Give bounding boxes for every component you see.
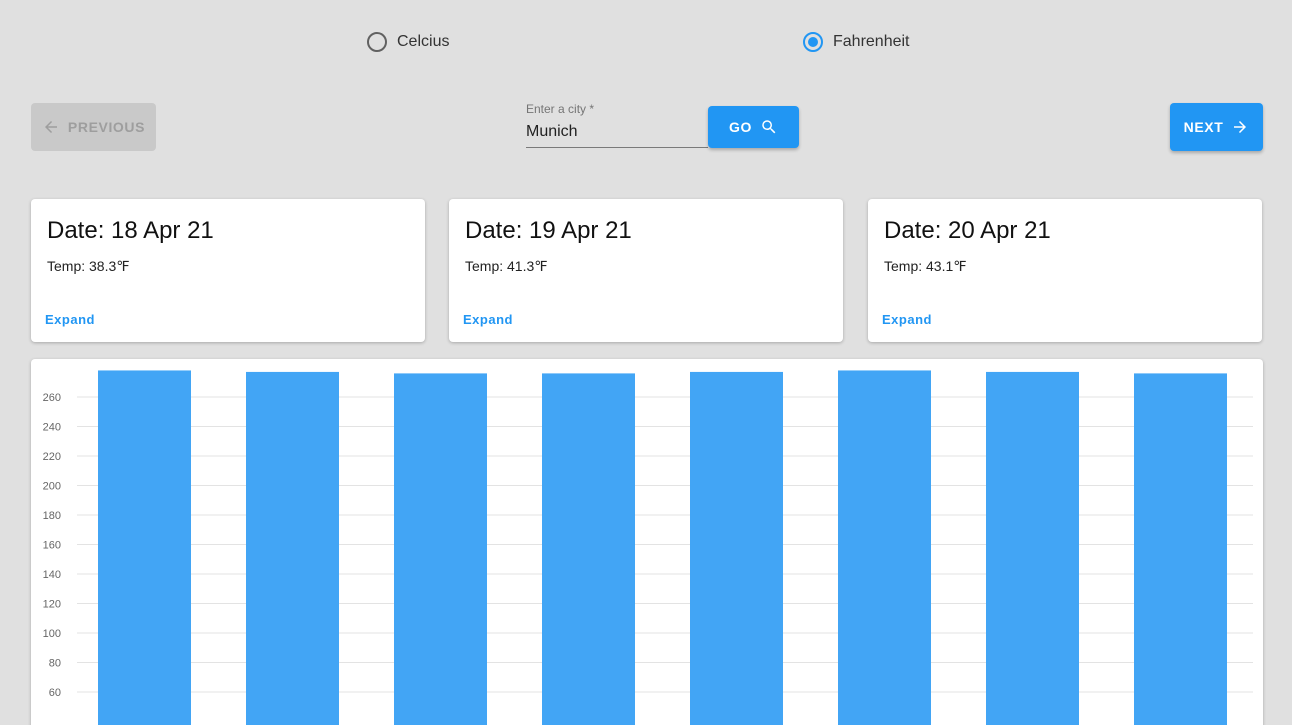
chart-bar bbox=[98, 370, 191, 725]
y-tick-label: 100 bbox=[43, 628, 61, 640]
expand-button[interactable]: Expand bbox=[463, 312, 513, 327]
arrow-left-icon bbox=[44, 121, 57, 133]
chart-bar bbox=[986, 371, 1079, 725]
next-label: Next bbox=[1183, 119, 1224, 135]
chart-svg: 60 80 100 120 140 160 180 200 220 240 260 bbox=[43, 370, 1253, 725]
expand-button[interactable]: Expand bbox=[882, 312, 932, 327]
y-tick-label: 60 bbox=[49, 687, 61, 699]
search-icon bbox=[762, 120, 776, 134]
y-tick-label: 220 bbox=[43, 451, 61, 463]
temperature-chart: 60 80 100 120 140 160 180 200 220 240 260 bbox=[31, 359, 1263, 725]
forecast-card: Date: 18 Apr 21 Temp: 38.3℉ Expand bbox=[31, 199, 425, 342]
city-input[interactable] bbox=[526, 121, 708, 148]
previous-button[interactable]: Previous bbox=[31, 103, 156, 151]
radio-checked-icon[interactable] bbox=[803, 32, 823, 52]
card-date: Date: 18 Apr 21 bbox=[47, 217, 214, 244]
y-tick-label: 160 bbox=[43, 540, 61, 552]
celsius-radio[interactable]: Celcius bbox=[367, 30, 449, 54]
forecast-card: Date: 19 Apr 21 Temp: 41.3℉ Expand bbox=[449, 199, 843, 342]
y-tick-label: 80 bbox=[49, 658, 61, 670]
expand-button[interactable]: Expand bbox=[45, 312, 95, 327]
y-tick-label: 120 bbox=[43, 599, 61, 611]
celsius-label: Celcius bbox=[397, 33, 450, 50]
chart-bar bbox=[246, 371, 339, 725]
chart-bar bbox=[690, 371, 783, 725]
fahrenheit-radio[interactable]: Fahrenheit bbox=[803, 30, 910, 54]
card-temp: Temp: 38.3℉ bbox=[47, 258, 130, 274]
y-tick-label: 240 bbox=[43, 422, 61, 434]
y-tick-label: 200 bbox=[43, 481, 61, 493]
card-temp: Temp: 43.1℉ bbox=[884, 258, 967, 274]
chart-bar bbox=[394, 373, 487, 725]
next-button[interactable]: Next bbox=[1170, 103, 1263, 151]
chart-bar bbox=[542, 373, 635, 725]
y-tick-label: 260 bbox=[43, 392, 61, 404]
y-tick-label: 180 bbox=[43, 510, 61, 522]
card-date: Date: 19 Apr 21 bbox=[465, 217, 632, 244]
city-field: Enter a city * bbox=[526, 102, 708, 148]
chart-bar bbox=[1134, 373, 1227, 725]
go-label: Go bbox=[729, 119, 752, 135]
forecast-card: Date: 20 Apr 21 Temp: 43.1℉ Expand bbox=[868, 199, 1262, 342]
radio-unchecked-icon[interactable] bbox=[367, 32, 387, 52]
fahrenheit-label: Fahrenheit bbox=[833, 33, 910, 50]
card-date: Date: 20 Apr 21 bbox=[884, 217, 1051, 244]
card-temp: Temp: 41.3℉ bbox=[465, 258, 548, 274]
city-field-label: Enter a city * bbox=[526, 102, 595, 116]
y-tick-label: 140 bbox=[43, 569, 61, 581]
previous-label: Previous bbox=[67, 119, 146, 135]
go-button[interactable]: Go bbox=[708, 106, 799, 148]
arrow-right-icon bbox=[1234, 121, 1247, 133]
chart-bar bbox=[838, 370, 931, 725]
